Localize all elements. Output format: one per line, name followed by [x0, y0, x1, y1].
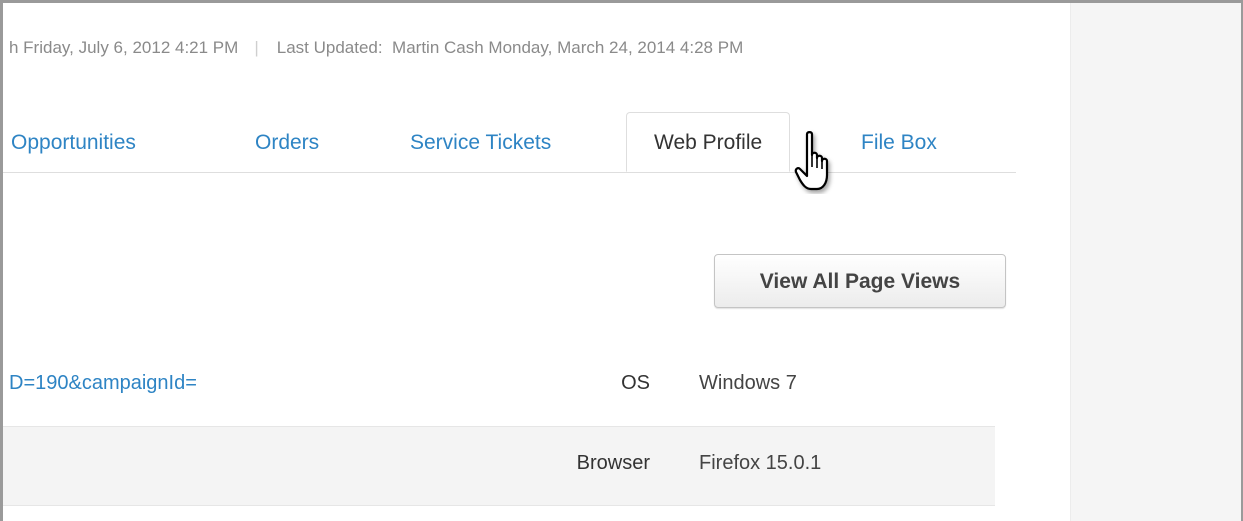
record-tabs: Opportunities Orders Service Tickets Web… — [3, 112, 1016, 173]
tab-service-tickets[interactable]: Service Tickets — [410, 129, 551, 157]
detail-row: Browser Firefox 15.0.1 — [3, 426, 995, 506]
window-frame-top — [0, 0, 1243, 3]
side-panel — [1070, 3, 1241, 521]
tab-opportunities[interactable]: Opportunities — [11, 129, 136, 157]
browser-label: Browser — [576, 452, 650, 474]
record-meta: h Friday, July 6, 2012 4:21 PM | Last Upda… — [9, 36, 743, 60]
os-label: OS — [621, 372, 650, 394]
tab-web-profile[interactable]: Web Profile — [626, 112, 791, 172]
created-info: h Friday, July 6, 2012 4:21 PM — [9, 38, 239, 57]
hand-pointer-icon — [794, 131, 829, 191]
last-updated-value: Martin Cash Monday, March 24, 2014 4:28 … — [392, 38, 744, 57]
tab-orders[interactable]: Orders — [255, 129, 319, 157]
detail-row: D=190&campaignId= OS Windows 7 — [3, 346, 995, 426]
last-updated-label: Last Updated: — [276, 38, 383, 57]
browser-value: Firefox 15.0.1 — [699, 452, 822, 474]
view-all-page-views-button[interactable]: View All Page Views — [714, 254, 1006, 308]
tab-file-box[interactable]: File Box — [861, 129, 937, 157]
meta-separator: | — [254, 38, 259, 57]
campaign-url-link[interactable]: D=190&campaignId= — [9, 372, 197, 395]
os-value: Windows 7 — [699, 372, 797, 394]
